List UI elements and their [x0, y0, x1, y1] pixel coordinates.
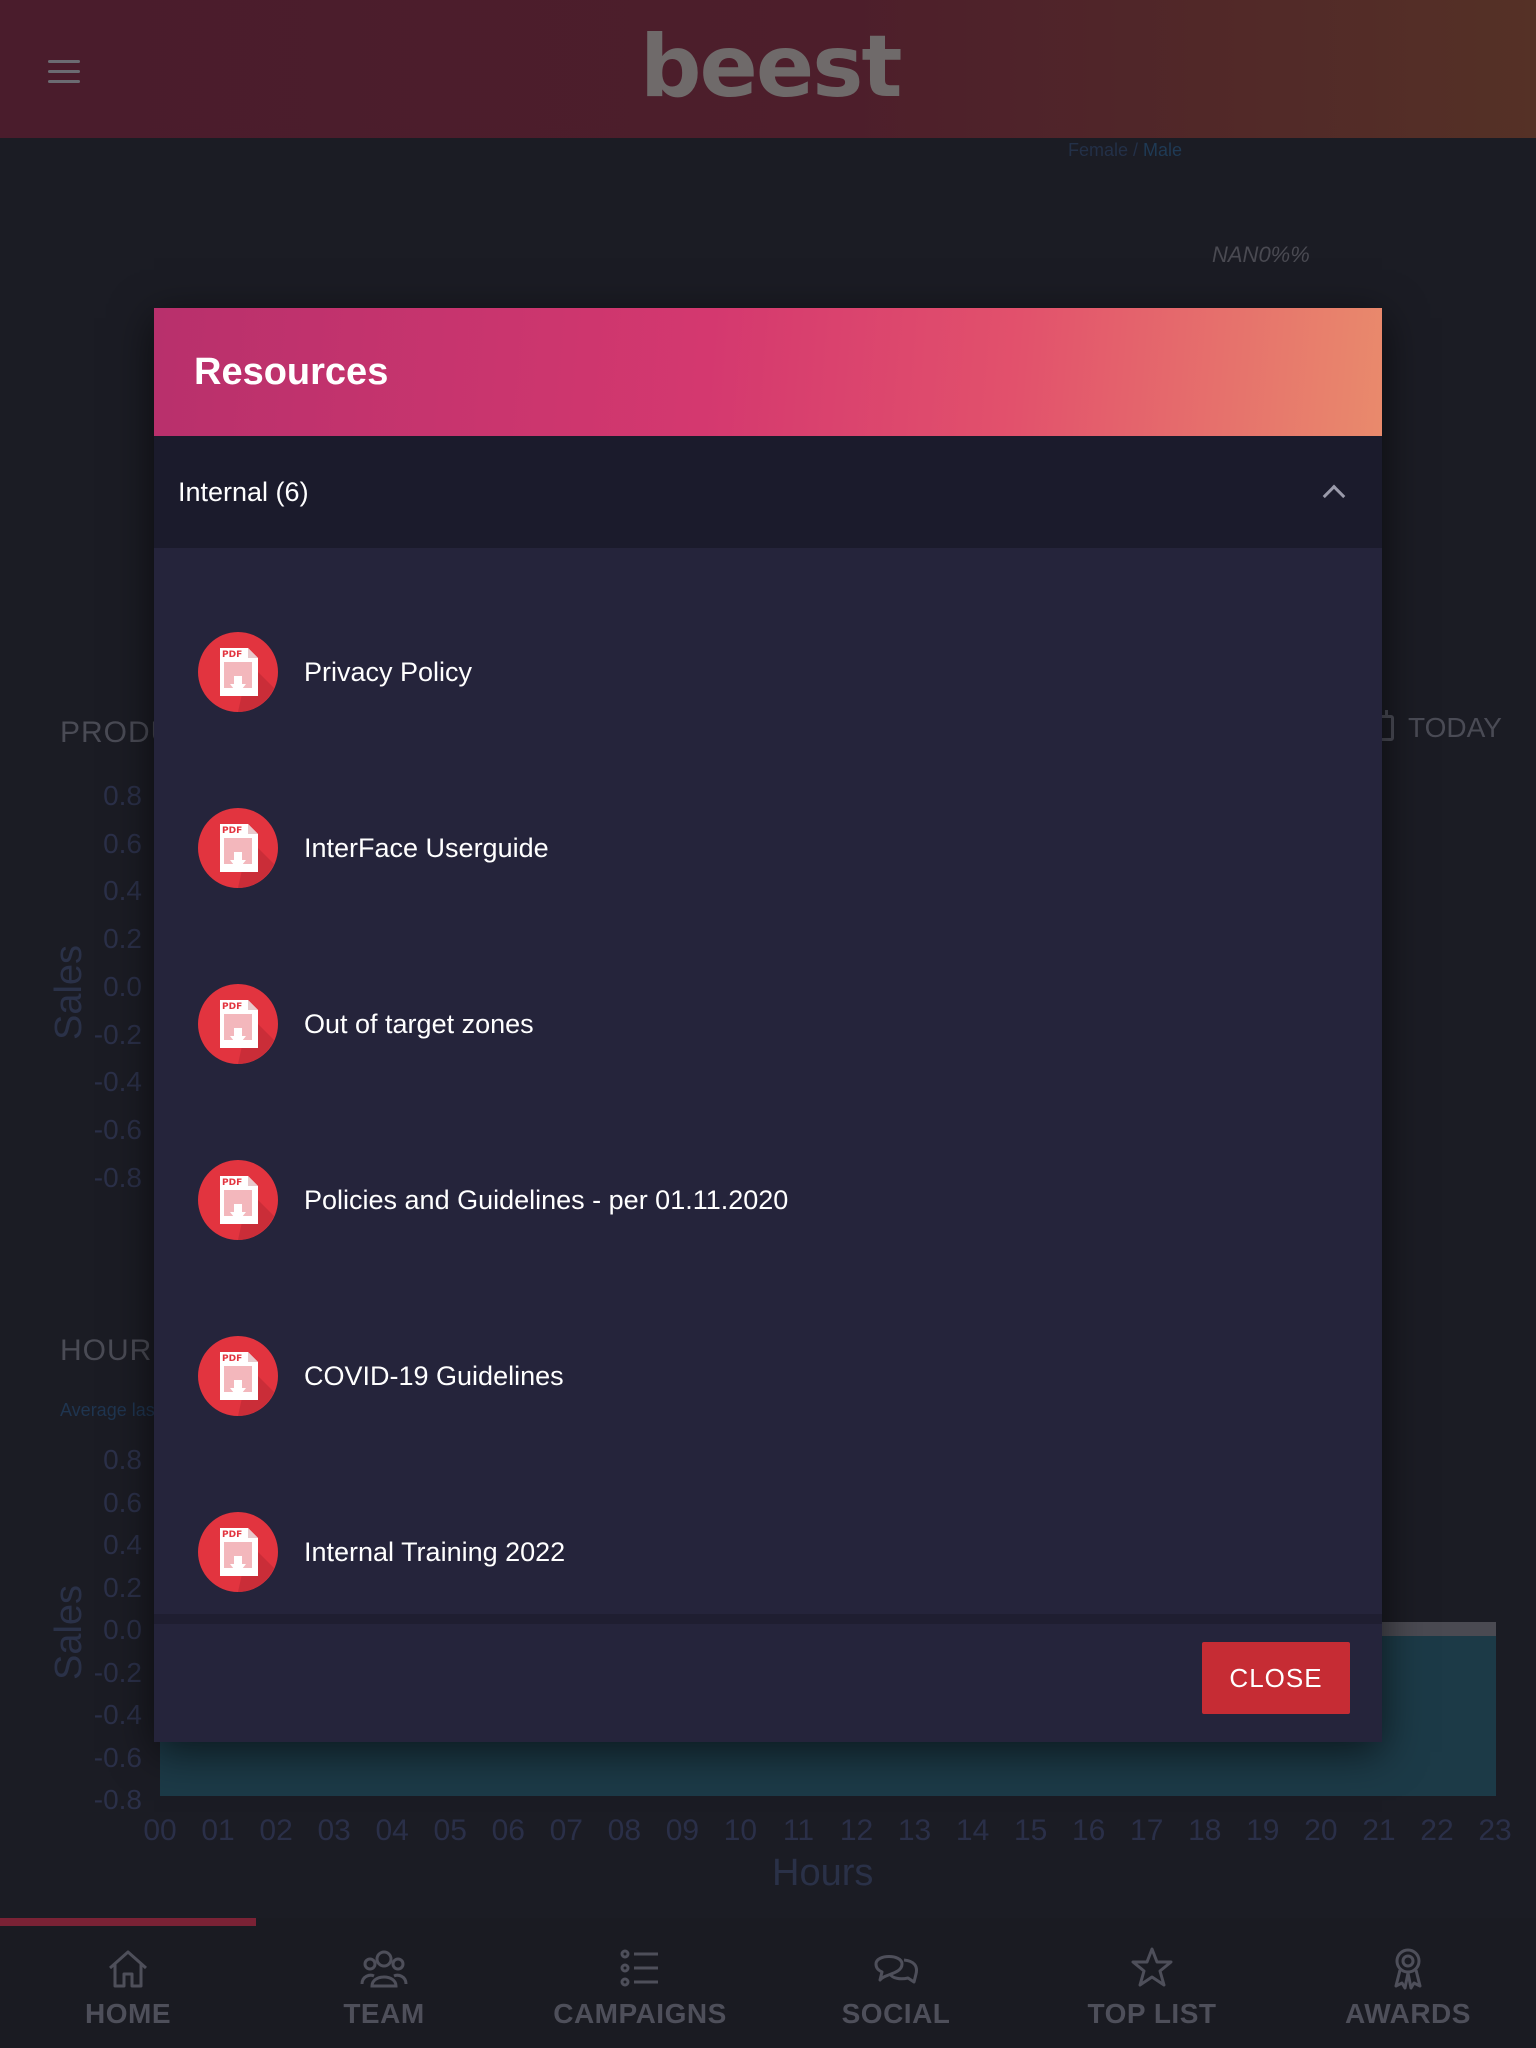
y-tick: -0.8 — [93, 1161, 142, 1193]
resource-item[interactable]: PDF Policies and Guidelines - per 01.11.2… — [154, 1112, 1382, 1288]
bottom-nav: HOME TEAM CAMPAIGNS SOCIAL TOP LIST AWAR… — [0, 1918, 1536, 2048]
resource-item[interactable]: PDF COVID-19 Guidelines — [154, 1288, 1382, 1464]
y-tick: -0.4 — [93, 1066, 142, 1098]
nav-home[interactable]: HOME — [0, 1918, 256, 2048]
x-tick: 08 — [607, 1814, 642, 1847]
percent-readout: NAN0%% — [1212, 242, 1310, 267]
team-icon — [360, 1946, 408, 1990]
resources-modal: Resources Internal (6) PDF Privacy Policy… — [154, 308, 1382, 1742]
resource-item[interactable]: PDF Out of target zones — [154, 936, 1382, 1112]
nav-top-list[interactable]: TOP LIST — [1024, 1918, 1280, 2048]
chat-icon — [872, 1946, 920, 1990]
gender-legend: Female / Male — [1068, 140, 1183, 160]
svg-text:PDF: PDF — [222, 650, 242, 660]
pdf-file-icon: PDF — [198, 808, 278, 888]
x-tick: 07 — [549, 1814, 583, 1847]
resource-list: PDF Privacy Policy PDF InterFace Userguide P… — [154, 548, 1382, 1602]
accordion-internal[interactable]: Internal (6) — [154, 436, 1382, 548]
x-tick: 21 — [1362, 1814, 1396, 1847]
y-tick: 0.2 — [103, 923, 142, 955]
svg-text:PDF: PDF — [222, 1354, 242, 1364]
modal-footer: CLOSE — [154, 1614, 1382, 1742]
svg-text:PDF: PDF — [222, 1002, 242, 1012]
y-tick: -0.6 — [93, 1113, 142, 1145]
svg-text:PDF: PDF — [222, 1530, 242, 1540]
star-icon — [1128, 1946, 1176, 1990]
app-header: beest — [0, 0, 1536, 138]
x-tick: 16 — [1072, 1814, 1106, 1847]
x-tick: 17 — [1130, 1814, 1164, 1847]
x-tick: 06 — [491, 1814, 525, 1847]
menu-icon[interactable] — [48, 60, 80, 84]
nav-team[interactable]: TEAM — [256, 1918, 512, 2048]
close-button[interactable]: CLOSE — [1202, 1642, 1350, 1714]
today-button[interactable]: TODAY — [1372, 710, 1502, 744]
y-tick: 0.8 — [103, 780, 142, 811]
svg-text:PDF: PDF — [222, 1178, 242, 1188]
home-icon — [104, 1946, 152, 1990]
y-tick: -0.8 — [93, 1784, 142, 1815]
resource-label: Policies and Guidelines - per 01.11.2020 — [304, 1184, 789, 1215]
x-tick: 04 — [375, 1814, 409, 1847]
x-tick: 11 — [782, 1814, 815, 1847]
pdf-file-icon: PDF — [198, 1336, 278, 1416]
x-tick: 22 — [1420, 1814, 1454, 1847]
accordion-title: Internal (6) — [178, 476, 309, 507]
x-tick: 18 — [1188, 1814, 1222, 1847]
pdf-file-icon: PDF — [198, 632, 278, 712]
resource-label: Out of target zones — [304, 1008, 534, 1039]
section-subtitle: Average las — [60, 1400, 155, 1420]
nav-social[interactable]: SOCIAL — [768, 1918, 1024, 2048]
resource-label: InterFace Userguide — [304, 832, 549, 863]
y-tick: 0.4 — [103, 1529, 142, 1560]
chevron-up-icon[interactable] — [1322, 484, 1346, 508]
y-tick: -0.2 — [93, 1656, 142, 1688]
y-tick: 0.6 — [103, 1486, 142, 1518]
y-tick: 0.4 — [103, 875, 142, 907]
resource-label: Privacy Policy — [304, 656, 473, 687]
x-tick: 19 — [1246, 1814, 1280, 1847]
resource-item[interactable]: PDF Privacy Policy — [154, 584, 1382, 760]
pdf-file-icon: PDF — [198, 984, 278, 1064]
x-tick: 05 — [433, 1814, 467, 1847]
modal-header: Resources — [154, 308, 1382, 436]
pdf-file-icon: PDF — [198, 1512, 278, 1592]
x-tick: 23 — [1478, 1814, 1512, 1847]
x-tick: 20 — [1304, 1814, 1338, 1847]
x-tick: 12 — [839, 1814, 874, 1847]
x-tick: 01 — [201, 1814, 235, 1847]
y-tick: 0.6 — [103, 827, 142, 859]
x-tick: 15 — [1013, 1814, 1048, 1847]
app-logo: beest — [640, 17, 903, 117]
resource-label: COVID-19 Guidelines — [304, 1360, 564, 1391]
x-tick: 10 — [723, 1814, 758, 1847]
y-tick: 0.8 — [103, 1444, 142, 1475]
list-icon — [616, 1946, 664, 1990]
x-axis-label: Hours — [772, 1852, 874, 1894]
award-icon — [1384, 1946, 1432, 1990]
modal-title: Resources — [194, 350, 389, 393]
x-tick: 03 — [317, 1814, 351, 1847]
resource-item[interactable]: PDF InterFace Userguide — [154, 760, 1382, 936]
y-tick: 0.0 — [103, 970, 142, 1002]
y-tick: 0.2 — [103, 1571, 142, 1603]
resource-label: Internal Training 2022 — [304, 1536, 566, 1567]
nav-awards[interactable]: AWARDS — [1280, 1918, 1536, 2048]
svg-text:PDF: PDF — [222, 826, 242, 836]
x-tick: 02 — [259, 1814, 293, 1847]
y-tick: -0.2 — [93, 1018, 142, 1050]
x-tick: 13 — [897, 1814, 932, 1847]
pdf-file-icon: PDF — [198, 1160, 278, 1240]
x-tick: 09 — [665, 1814, 700, 1847]
x-tick: 00 — [143, 1814, 177, 1847]
x-tick: 14 — [955, 1814, 990, 1847]
y-tick: 0.0 — [103, 1614, 142, 1645]
y-tick: -0.6 — [93, 1741, 142, 1773]
nav-campaigns[interactable]: CAMPAIGNS — [512, 1918, 768, 2048]
y-tick: -0.4 — [93, 1699, 142, 1730]
